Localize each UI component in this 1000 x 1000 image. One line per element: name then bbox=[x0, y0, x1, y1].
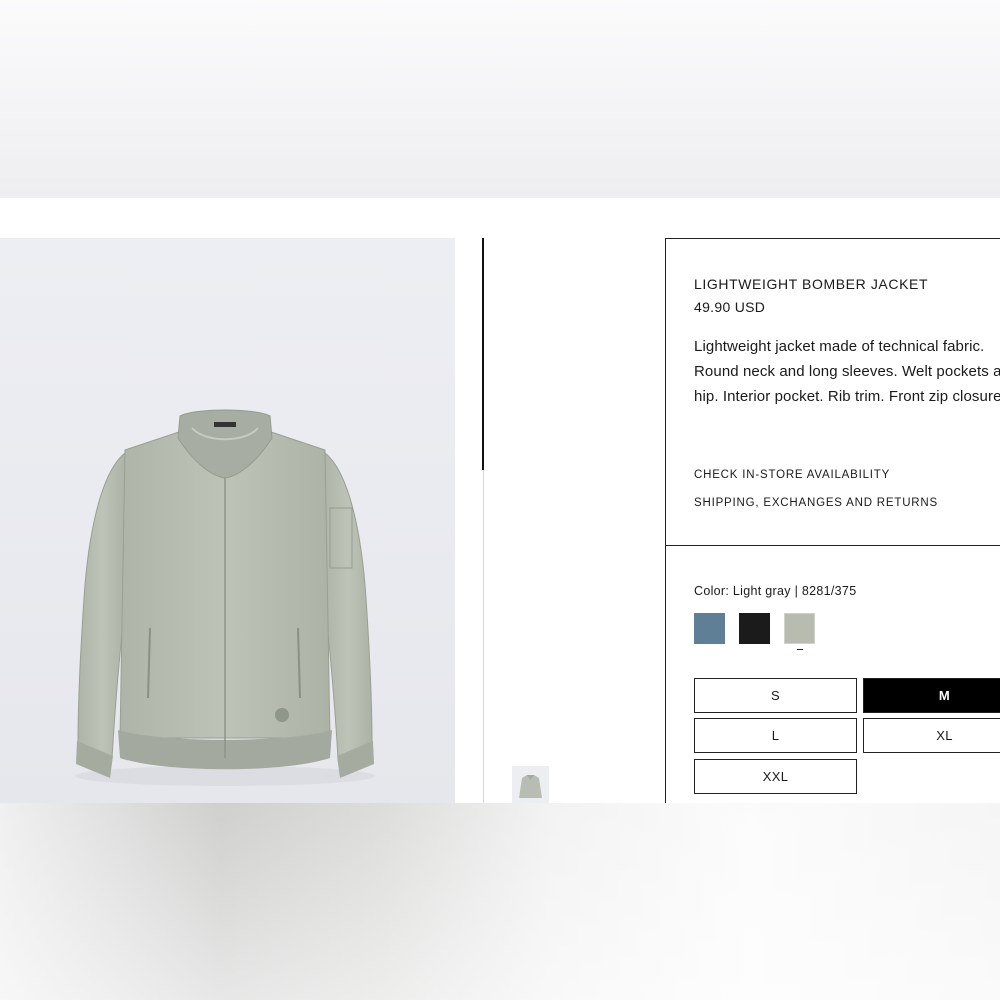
size-option-m[interactable]: M bbox=[863, 678, 1000, 713]
blurred-footer-band bbox=[0, 803, 1000, 1000]
thumbnail-jacket bbox=[519, 775, 542, 798]
product-info-panel: LIGHTWEIGHT BOMBER JACKET 49.90 USD Ligh… bbox=[665, 238, 1000, 546]
color-label: Color: Light gray | 8281/375 bbox=[694, 584, 857, 598]
color-swatch-black[interactable] bbox=[739, 613, 770, 644]
product-name: LIGHTWEIGHT BOMBER JACKET bbox=[694, 276, 929, 292]
jacket-illustration bbox=[75, 409, 375, 786]
size-option-s[interactable]: S bbox=[694, 678, 857, 713]
left-sleeve bbox=[77, 451, 127, 759]
size-option-l[interactable]: L bbox=[694, 718, 857, 753]
selected-color-indicator bbox=[797, 649, 803, 650]
thumbnail-image[interactable] bbox=[512, 766, 549, 803]
product-main-image[interactable] bbox=[0, 238, 455, 803]
check-availability-link[interactable]: CHECK IN-STORE AVAILABILITY bbox=[694, 469, 890, 481]
blurred-header-band bbox=[0, 0, 1000, 198]
product-description: Lightweight jacket made of technical fab… bbox=[694, 338, 1000, 405]
logo-badge bbox=[275, 708, 289, 722]
size-option-xl[interactable]: XL bbox=[863, 718, 1000, 753]
brand-label bbox=[214, 422, 236, 427]
right-sleeve bbox=[323, 451, 373, 759]
product-page: LIGHTWEIGHT BOMBER JACKET 49.90 USD Ligh… bbox=[0, 198, 1000, 803]
color-swatch-blue[interactable] bbox=[694, 613, 725, 644]
size-option-xxl[interactable]: XXL bbox=[694, 759, 857, 794]
product-price: 49.90 USD bbox=[694, 299, 766, 315]
gallery-rail-indicator bbox=[482, 238, 484, 470]
color-swatch-light-gray[interactable] bbox=[784, 613, 815, 644]
shipping-returns-link[interactable]: SHIPPING, EXCHANGES AND RETURNS bbox=[694, 497, 938, 509]
product-options-panel: Color: Light gray | 8281/375 S M L XL XX… bbox=[665, 545, 1000, 803]
